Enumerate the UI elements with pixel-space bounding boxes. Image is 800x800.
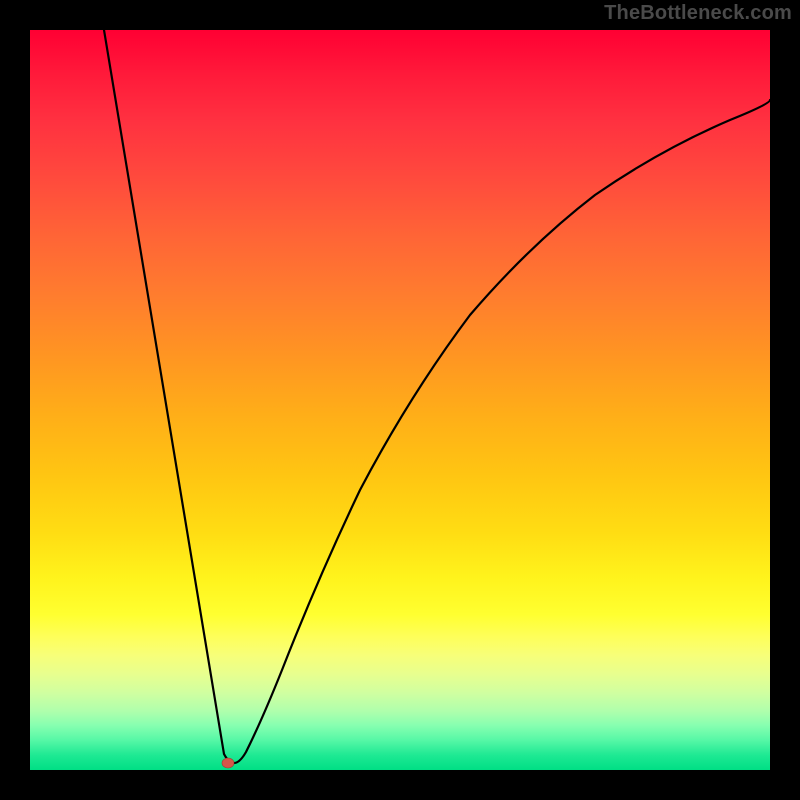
watermark-text: TheBottleneck.com <box>604 2 792 25</box>
bottleneck-point-marker <box>222 758 234 768</box>
bottleneck-curve <box>104 30 770 763</box>
plot-area <box>30 30 770 770</box>
chart-svg <box>30 30 770 770</box>
chart-frame: TheBottleneck.com <box>0 0 800 800</box>
